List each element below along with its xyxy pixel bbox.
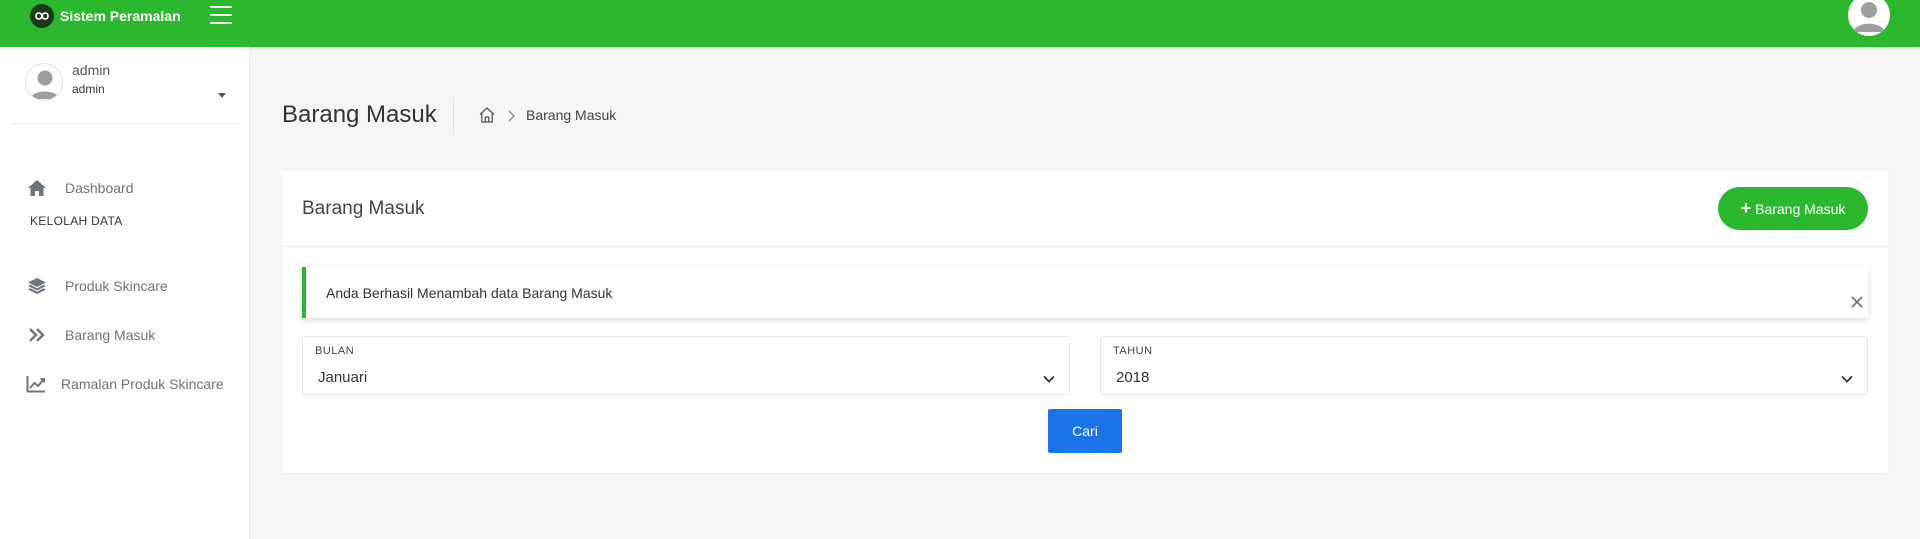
- home-icon[interactable]: [478, 106, 496, 124]
- sidebar-item-label: Produk Skincare: [65, 278, 168, 294]
- page-title: Barang Masuk: [282, 101, 437, 128]
- chevron-right-icon: [506, 109, 516, 122]
- avatar: [25, 63, 63, 101]
- user-avatar-top[interactable]: [1848, 0, 1890, 36]
- alert-message: Anda Berhasil Menambah data Barang Masuk: [326, 285, 613, 301]
- tahun-label: TAHUN: [1113, 345, 1153, 357]
- bulan-value: Januari: [318, 369, 368, 386]
- barang-masuk-card: Barang Masuk + Barang Masuk Anda Berhasi…: [282, 171, 1888, 473]
- top-navbar: Sistem Peramalan: [0, 0, 1920, 47]
- tahun-select[interactable]: TAHUN 2018: [1100, 336, 1868, 395]
- sidebar-item-ramalan-produk-skincare[interactable]: Ramalan Produk Skincare: [0, 364, 249, 404]
- success-alert: Anda Berhasil Menambah data Barang Masuk: [302, 267, 1868, 318]
- chevron-down-icon: [1043, 370, 1055, 383]
- brand-logo-icon: [30, 4, 54, 28]
- user-role: admin: [72, 82, 105, 96]
- sidebar: admin admin Dashboard KELOLAH DATA Produ…: [0, 47, 250, 539]
- sidebar-item-label: Dashboard: [65, 180, 134, 196]
- sidebar-item-barang-masuk[interactable]: Barang Masuk: [0, 315, 249, 355]
- add-barang-masuk-button[interactable]: + Barang Masuk: [1718, 187, 1868, 230]
- card-title: Barang Masuk: [302, 198, 425, 219]
- plus-icon: +: [1740, 198, 1752, 218]
- sidebar-section-title: KELOLAH DATA: [30, 214, 123, 228]
- breadcrumb: Barang Masuk: [478, 106, 616, 124]
- divider: [453, 97, 454, 135]
- sidebar-item-dashboard[interactable]: Dashboard: [0, 168, 249, 208]
- chevron-down-icon: [1841, 370, 1853, 383]
- brand-name: Sistem Peramalan: [60, 8, 181, 24]
- breadcrumb-current: Barang Masuk: [526, 107, 617, 123]
- sidebar-item-label: Barang Masuk: [65, 327, 156, 343]
- close-icon[interactable]: [1850, 295, 1864, 309]
- user-profile-dropdown[interactable]: admin admin: [12, 59, 240, 124]
- hamburger-menu-icon[interactable]: [210, 6, 232, 24]
- brand[interactable]: Sistem Peramalan: [30, 4, 181, 28]
- layers-icon: [27, 276, 47, 296]
- bulan-select[interactable]: BULAN Januari: [302, 336, 1070, 395]
- tahun-value: 2018: [1116, 369, 1150, 386]
- home-icon: [27, 178, 47, 198]
- line-chart-icon: [26, 374, 46, 394]
- double-chevron-right-icon: [27, 325, 47, 345]
- add-button-label: Barang Masuk: [1755, 200, 1846, 217]
- sidebar-item-produk-skincare[interactable]: Produk Skincare: [0, 266, 249, 306]
- sidebar-item-label: Ramalan Produk Skincare: [61, 376, 224, 392]
- caret-down-icon[interactable]: [218, 93, 226, 98]
- bulan-label: BULAN: [315, 345, 355, 357]
- card-header: Barang Masuk + Barang Masuk: [282, 171, 1888, 247]
- user-name: admin: [72, 62, 111, 78]
- cari-button[interactable]: Cari: [1048, 409, 1122, 453]
